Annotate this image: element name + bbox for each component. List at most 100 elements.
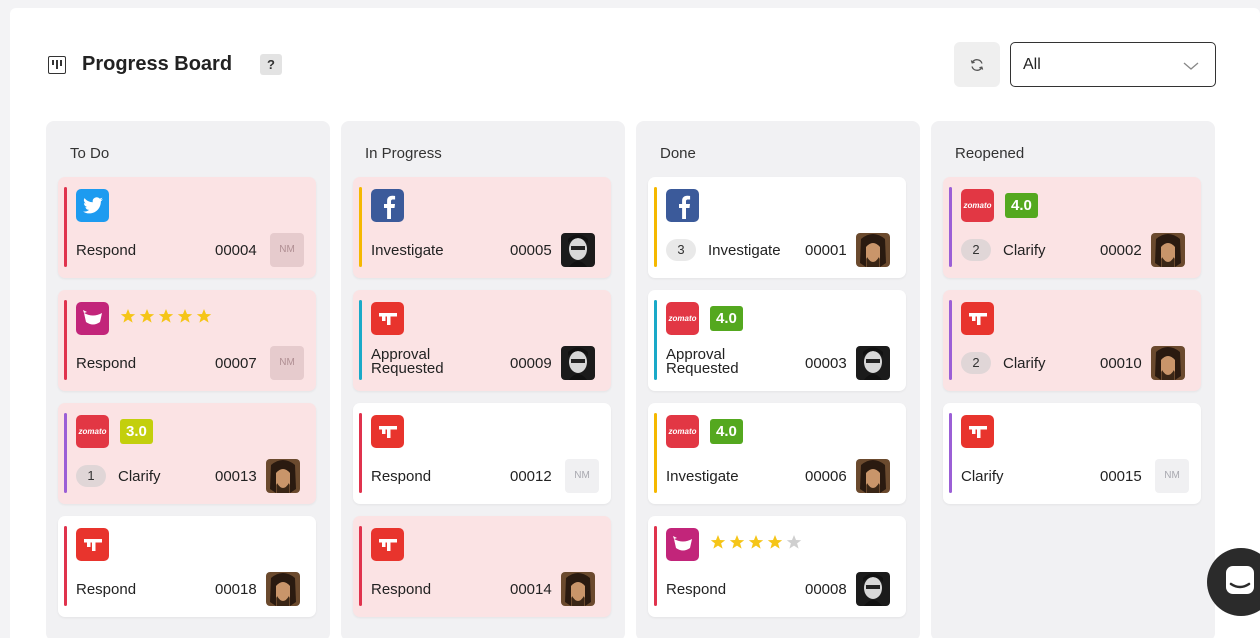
- reply-count-badge: 2: [961, 352, 991, 374]
- column-in-progress: In Progress Investigate 00005 Approval Requ…: [341, 121, 625, 638]
- ticket-card[interactable]: Respond 00007 NM: [58, 290, 316, 391]
- ticket-id: 00010: [1100, 355, 1142, 372]
- avatar: [561, 233, 595, 267]
- card-action-label: Clarify: [118, 468, 161, 485]
- tripadvisor-icon: [371, 528, 404, 561]
- zomato-icon: zomato: [666, 415, 699, 448]
- card-action-label: Approval Requested: [371, 346, 444, 377]
- ticket-card[interactable]: Respond 00008: [648, 516, 906, 617]
- status-bar: [359, 300, 362, 380]
- star-rating: [120, 308, 212, 324]
- status-bar: [654, 187, 657, 267]
- column-done: Done 3 Investigate 00001 zomato 4.0 Approval R…: [636, 121, 920, 638]
- ticket-card[interactable]: Investigate 00005: [353, 177, 611, 278]
- ticket-card[interactable]: zomato 4.0 Investigate 00006: [648, 403, 906, 504]
- page-title: Progress Board: [82, 53, 233, 75]
- ticket-card[interactable]: Respond 00012 NM: [353, 403, 611, 504]
- avatar: [266, 459, 300, 493]
- ticket-card[interactable]: 2 Clarify 00010: [943, 290, 1201, 391]
- status-bar: [359, 413, 362, 493]
- filter-select[interactable]: All: [1010, 42, 1216, 87]
- avatar: [856, 346, 890, 380]
- star-filled-icon: [729, 535, 745, 549]
- ticket-id: 00006: [805, 468, 847, 485]
- kanban-board-icon: [48, 56, 66, 74]
- column-title: Done: [660, 145, 696, 162]
- chat-launcher-button[interactable]: [1207, 548, 1260, 616]
- card-action-label: Clarify: [1003, 242, 1046, 259]
- reply-count-badge: 3: [666, 239, 696, 261]
- facebook-icon: [666, 189, 699, 222]
- ticket-id: 00008: [805, 581, 847, 598]
- column-title: Reopened: [955, 145, 1025, 162]
- status-bar: [64, 187, 67, 267]
- card-action-label: Respond: [76, 355, 137, 372]
- star-filled-icon: [177, 309, 193, 323]
- twitter-icon: [76, 189, 109, 222]
- column-title: To Do: [70, 145, 110, 162]
- column-title: In Progress: [365, 145, 442, 162]
- ticket-card[interactable]: Clarify 00015 NM: [943, 403, 1201, 504]
- ticket-card[interactable]: 3 Investigate 00001: [648, 177, 906, 278]
- star-filled-icon: [748, 535, 764, 549]
- facebook-icon: [371, 189, 404, 222]
- status-bar: [64, 300, 67, 380]
- ticket-card[interactable]: Respond 00018: [58, 516, 316, 617]
- reply-count-badge: 2: [961, 239, 991, 261]
- tripadvisor-icon: [371, 415, 404, 448]
- column-to-do: To Do Respond 00004 NM Respond 00007 NM zomato 3…: [46, 121, 330, 638]
- status-bar: [359, 526, 362, 606]
- zomato-logo-text: zomato: [78, 427, 107, 436]
- avatar: [561, 572, 595, 606]
- ticket-id: 00001: [805, 242, 847, 259]
- avatar: [856, 572, 890, 606]
- status-bar: [64, 526, 67, 606]
- ticket-card[interactable]: Respond 00004 NM: [58, 177, 316, 278]
- star-filled-icon: [120, 309, 136, 323]
- ticket-card[interactable]: zomato 4.0 Approval Requested 00003: [648, 290, 906, 391]
- help-button[interactable]: ?: [260, 54, 282, 75]
- tripadvisor-icon: [961, 302, 994, 335]
- ticket-id: 00007: [215, 355, 257, 372]
- star-filled-icon: [158, 309, 174, 323]
- card-action-label: Respond: [371, 468, 432, 485]
- status-bar: [949, 187, 952, 267]
- ticket-id: 00014: [510, 581, 552, 598]
- assignee-initials: NM: [1155, 459, 1189, 493]
- ticket-id: 00009: [510, 355, 552, 372]
- status-bar: [654, 526, 657, 606]
- ticket-card[interactable]: Approval Requested 00009: [353, 290, 611, 391]
- ticket-id: 00018: [215, 581, 257, 598]
- zomato-icon: zomato: [76, 415, 109, 448]
- star-rating: [710, 534, 802, 550]
- status-bar: [359, 187, 362, 267]
- status-bar: [654, 300, 657, 380]
- rating-badge: 4.0: [710, 306, 743, 331]
- zomato-logo-text: zomato: [668, 314, 697, 323]
- ticket-card[interactable]: Respond 00014: [353, 516, 611, 617]
- zomato-icon: zomato: [666, 302, 699, 335]
- star-filled-icon: [196, 309, 212, 323]
- star-filled-icon: [710, 535, 726, 549]
- chat-icon: [1226, 566, 1254, 594]
- card-action-label: Investigate: [708, 242, 781, 259]
- ticket-card[interactable]: zomato 4.0 2 Clarify 00002: [943, 177, 1201, 278]
- ticket-id: 00002: [1100, 242, 1142, 259]
- card-action-label: Approval Requested: [666, 346, 739, 377]
- tripadvisor-icon: [76, 528, 109, 561]
- ticket-card[interactable]: zomato 3.0 1 Clarify 00013: [58, 403, 316, 504]
- brand-icon: [76, 302, 109, 335]
- refresh-button[interactable]: [954, 42, 1000, 87]
- avatar: [266, 572, 300, 606]
- avatar: [1151, 233, 1185, 267]
- assignee-initials: NM: [565, 459, 599, 493]
- card-action-label: Clarify: [961, 468, 1004, 485]
- tripadvisor-icon: [371, 302, 404, 335]
- card-action-label: Respond: [76, 581, 137, 598]
- avatar: [1151, 346, 1185, 380]
- ticket-id: 00015: [1100, 468, 1142, 485]
- chevron-down-icon: [1183, 62, 1199, 70]
- star-empty-icon: [786, 535, 802, 549]
- star-filled-icon: [139, 309, 155, 323]
- avatar: [561, 346, 595, 380]
